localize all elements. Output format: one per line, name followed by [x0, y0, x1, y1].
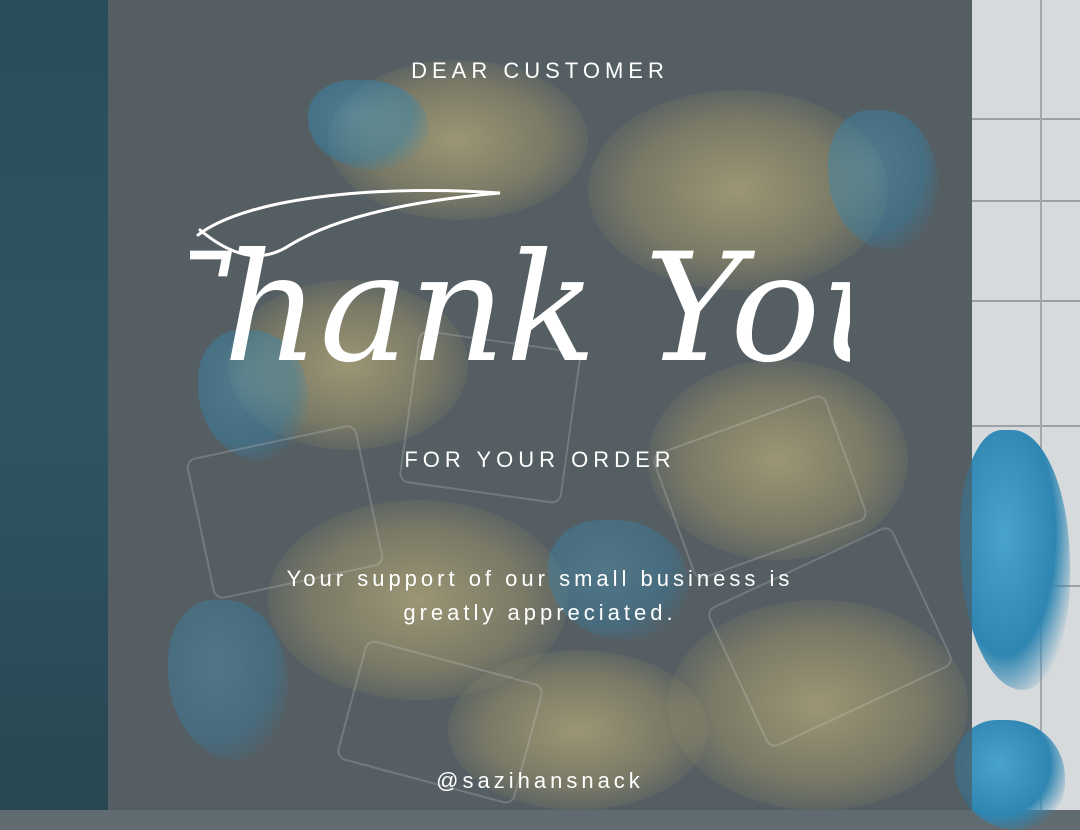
message-line-2: greatly appreciated. — [403, 600, 677, 625]
headline-script: Thank You — [123, 175, 917, 405]
social-handle: @sazihansnack — [436, 768, 644, 793]
tile-grout — [1040, 0, 1042, 810]
greeting-text: DEAR CUSTOMER — [411, 58, 669, 83]
tile-grout — [972, 425, 1080, 427]
headline-text: Thank You — [190, 222, 850, 396]
blue-bag-shape — [308, 80, 428, 170]
subheadline-text: FOR YOUR ORDER — [404, 447, 676, 472]
message-line-1: Your support of our small business is — [286, 566, 794, 591]
tile-grout — [972, 300, 1080, 302]
headline-svg: Thank You — [123, 188, 917, 396]
tile-grout — [972, 118, 1080, 120]
left-background-strip — [0, 0, 108, 810]
tile-grout — [972, 200, 1080, 202]
